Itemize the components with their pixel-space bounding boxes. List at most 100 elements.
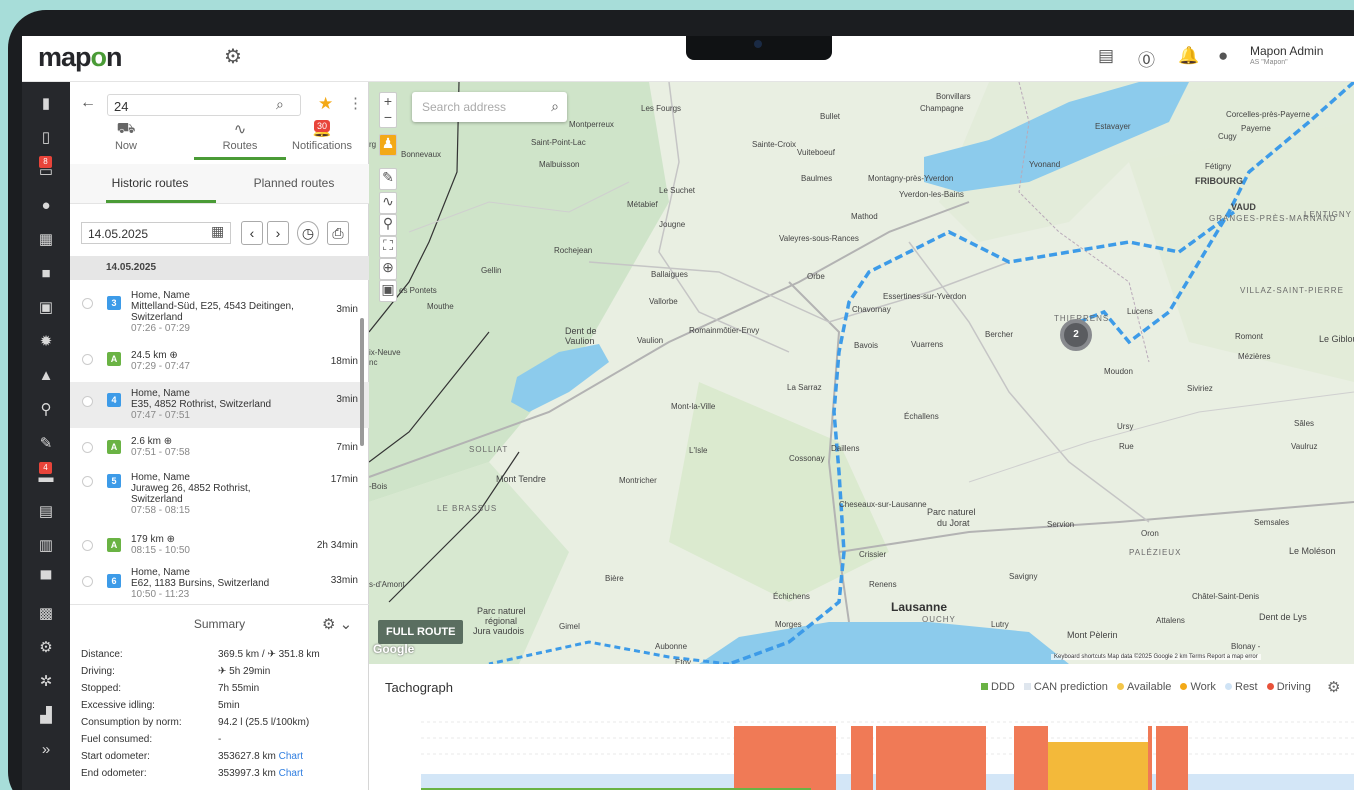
search-icon[interactable]: ⌕ bbox=[276, 96, 284, 113]
stop-badge: 4 bbox=[107, 393, 121, 407]
geofence-icon[interactable]: ⚲ bbox=[22, 398, 70, 422]
camera-notch bbox=[686, 36, 832, 60]
camera-icon[interactable]: ■ bbox=[22, 262, 70, 286]
tachograph-legend: DDD CAN prediction Available Work Rest D… bbox=[975, 681, 1311, 693]
driver-icon[interactable]: ● bbox=[22, 194, 70, 218]
end-odometer-chart-link[interactable]: Chart bbox=[279, 768, 303, 779]
garage-icon[interactable]: ▀ bbox=[22, 568, 70, 592]
new-icon[interactable]: ▩ bbox=[22, 602, 70, 626]
route-list: 3 Home, Name Mittelland-Süd, E25, 4543 De… bbox=[70, 280, 369, 602]
route-row[interactable]: A 24.5 km ⊕ 07:29 - 07:47 18min bbox=[70, 340, 369, 382]
fuel-icon[interactable]: ▣ bbox=[22, 296, 70, 320]
legend-work[interactable]: Work bbox=[1190, 681, 1215, 693]
route-icon: ∿ bbox=[233, 121, 247, 138]
start-odometer-chart-link[interactable]: Chart bbox=[279, 751, 303, 762]
fullscreen-icon[interactable]: ⛶ bbox=[379, 236, 397, 258]
map-view[interactable]: Les Fourgs Montperreux Saint-Point-Lac M… bbox=[369, 82, 1354, 664]
tab-planned-routes[interactable]: Planned routes bbox=[219, 176, 369, 190]
object-search-input[interactable]: 24 bbox=[107, 94, 301, 116]
drive-badge: A bbox=[107, 352, 121, 366]
legend-available[interactable]: Available bbox=[1127, 681, 1171, 693]
route-row[interactable]: A 2.6 km ⊕ 07:51 - 07:58 7min bbox=[70, 428, 369, 468]
admin-company: AS "Mapon" bbox=[1250, 59, 1288, 66]
edit-icon[interactable]: ✎ bbox=[22, 432, 70, 456]
document-icon[interactable]: ▯ bbox=[22, 126, 70, 150]
sidebar-badge: 8 bbox=[39, 156, 52, 168]
reports-icon[interactable]: ▲ bbox=[22, 364, 70, 388]
drive-badge: A bbox=[107, 440, 121, 454]
route-list-scrollbar[interactable] bbox=[360, 318, 364, 446]
map-cluster-marker[interactable]: 2 bbox=[1060, 319, 1092, 351]
full-route-button[interactable]: FULL ROUTE bbox=[378, 620, 464, 644]
route-row[interactable]: A 179 km ⊕ 08:15 - 10:50 2h 34min bbox=[70, 528, 369, 564]
drive-badge: A bbox=[107, 538, 121, 552]
day-header: 14.05.2025 bbox=[70, 256, 369, 280]
tachograph-settings-gear-icon[interactable]: ⚙ bbox=[1327, 678, 1340, 696]
legend-ddd[interactable]: DDD bbox=[991, 681, 1015, 693]
pegman-icon[interactable]: ♟ bbox=[379, 134, 397, 156]
legend-rest[interactable]: Rest bbox=[1235, 681, 1258, 693]
dashboard-icon[interactable]: ▦ bbox=[22, 228, 70, 252]
clock-icon[interactable]: ◷ bbox=[297, 221, 319, 245]
card-icon[interactable]: ▥ bbox=[22, 534, 70, 558]
next-day-button[interactable]: › bbox=[267, 221, 289, 245]
search-icon: ⌕ bbox=[551, 98, 559, 114]
ruler-icon[interactable]: ✎ bbox=[379, 168, 397, 190]
routes-panel: ← 24 ⌕ ★ ⋮ ⛟Now ∿Routes 🔔Notifications 3… bbox=[70, 82, 369, 790]
route-row-selected[interactable]: 4 Home, Name E35, 4852 Rothrist, Switzerl… bbox=[70, 382, 369, 428]
help-icon[interactable]: ⓪ bbox=[1138, 46, 1155, 71]
star-icon[interactable]: ★ bbox=[318, 94, 333, 114]
summary-section: Summary ⚙ ⌄ Distance: 369.5 km / ✈ 351.8 … bbox=[70, 604, 369, 790]
calendar-icon[interactable]: ▦ bbox=[211, 223, 224, 240]
stop-badge: 5 bbox=[107, 474, 121, 488]
mapon-logo[interactable]: mapon bbox=[38, 42, 123, 73]
app-screen: mapon ⚙ ▤ ⓪ 🔔 ● Mapon Admin AS "Mapon" ▮… bbox=[22, 36, 1354, 790]
user-icon[interactable]: ● bbox=[1218, 46, 1228, 66]
admin-name: Mapon Admin bbox=[1250, 44, 1324, 58]
tab-now[interactable]: ⛟ Now bbox=[80, 120, 172, 160]
list-icon[interactable]: ▤ bbox=[1098, 46, 1114, 66]
integrations-icon[interactable]: ✲ bbox=[22, 670, 70, 694]
map-search-input[interactable]: Search address ⌕ bbox=[412, 92, 567, 122]
notifications-badge: 30 bbox=[314, 120, 331, 132]
more-icon[interactable]: ⋮ bbox=[348, 94, 363, 112]
expand-icon[interactable]: » bbox=[22, 738, 70, 762]
print-icon[interactable]: ⎙ bbox=[327, 221, 349, 245]
calendar-icon[interactable]: ▤ bbox=[22, 500, 70, 524]
date-field[interactable]: 14.05.2025 bbox=[81, 222, 231, 244]
sidebar-badge: 4 bbox=[39, 462, 52, 474]
zoom-controls[interactable]: + − bbox=[379, 92, 397, 128]
route-tool-icon[interactable]: ∿ bbox=[379, 192, 397, 214]
route-row[interactable]: 6 Home, Name E62, 1183 Bursins, Switzerla… bbox=[70, 564, 369, 602]
tab-historic-routes[interactable]: Historic routes bbox=[75, 176, 225, 190]
locate-icon[interactable]: ⊕ bbox=[379, 258, 397, 280]
route-subtabs: Historic routes Planned routes bbox=[70, 164, 369, 204]
route-row[interactable]: 5 Home, Name Juraweg 26, 4852 Rothrist, Sw… bbox=[70, 468, 369, 528]
back-arrow-icon[interactable]: ← bbox=[80, 94, 96, 112]
map-attribution[interactable]: Keyboard shortcuts Map data ©2025 Google… bbox=[1051, 654, 1261, 660]
prev-day-button[interactable]: ‹ bbox=[241, 221, 263, 245]
tachograph-chart bbox=[421, 721, 1354, 790]
stop-badge: 6 bbox=[107, 574, 121, 588]
settings-gear-icon[interactable]: ⚙ bbox=[224, 44, 242, 69]
user-menu[interactable]: Mapon Admin AS "Mapon" bbox=[1250, 44, 1323, 66]
route-row[interactable]: 3 Home, Name Mittelland-Süd, E25, 4543 De… bbox=[70, 280, 369, 340]
tachograph-title: Tachograph bbox=[385, 680, 453, 695]
sidebar: ▮ ▯ ▭ 8 ● ▦ ■ ▣ ✹ ▲ ⚲ ✎ ▬ 4 ▤ ▥ ▀ ▩ ⚙ ✲ … bbox=[22, 82, 70, 790]
tire-icon[interactable]: ✹ bbox=[22, 330, 70, 354]
hierarchy-icon[interactable]: ▟ bbox=[22, 704, 70, 728]
layers-icon[interactable]: ▣ bbox=[379, 280, 397, 302]
google-logo: Google bbox=[373, 642, 415, 656]
waypoint-tool-icon[interactable]: ⚲ bbox=[379, 214, 397, 236]
tachograph-panel: Tachograph DDD CAN prediction Available … bbox=[369, 664, 1354, 790]
active-tab-indicator bbox=[106, 200, 216, 203]
stop-badge: 3 bbox=[107, 296, 121, 310]
legend-can-prediction[interactable]: CAN prediction bbox=[1034, 681, 1108, 693]
car-icon: ⛟ bbox=[116, 120, 136, 137]
tab-routes[interactable]: ∿ Routes bbox=[194, 120, 286, 160]
legend-driving[interactable]: Driving bbox=[1277, 681, 1311, 693]
settings-icon[interactable]: ⚙ bbox=[22, 636, 70, 660]
map-icon[interactable]: ▮ bbox=[22, 92, 70, 116]
bell-icon[interactable]: 🔔 bbox=[1178, 46, 1199, 66]
summary-settings-gear-icon[interactable]: ⚙ ⌄ bbox=[322, 615, 352, 633]
